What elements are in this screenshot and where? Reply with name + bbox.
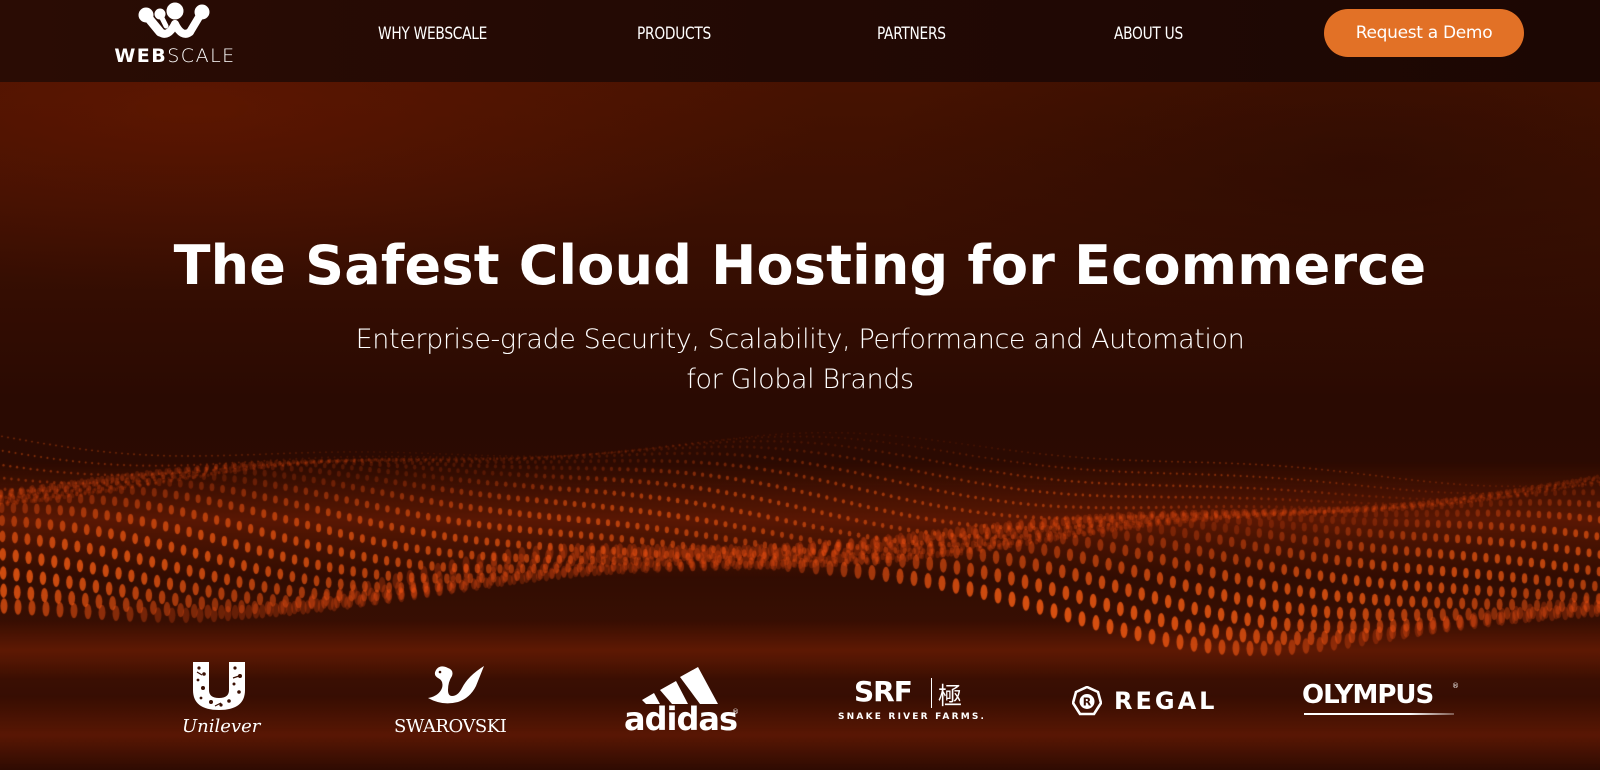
client-logo-regal: R REGAL <box>1072 686 1228 720</box>
site-header: WEBSCALE WHY WEBSCALE PRODUCTS PARTNERS … <box>0 0 1600 82</box>
unilever-label: Unilever <box>182 716 261 737</box>
hero-subline-2: for Global Brands <box>686 364 914 395</box>
srf-kanji: 極 <box>938 682 962 710</box>
registered-mark: ® <box>732 708 739 716</box>
client-logo-swarovski: SWAROVSKI <box>394 662 507 740</box>
srf-label: SRF <box>854 675 913 708</box>
olympus-underline <box>1304 713 1454 715</box>
srf-sub-label: SNAKE RIVER FARMS. <box>838 712 987 722</box>
adidas-label: adidas <box>624 700 738 738</box>
nav-why-webscale[interactable]: WHY WEBSCALE <box>378 22 487 46</box>
svg-text:R: R <box>1083 696 1092 709</box>
hero-headline: The Safest Cloud Hosting for Ecommerce <box>173 234 1427 297</box>
webscale-molecule-icon <box>138 2 210 38</box>
hero-section: WEBSCALE WHY WEBSCALE PRODUCTS PARTNERS … <box>0 0 1600 770</box>
nav-products[interactable]: PRODUCTS <box>637 22 711 46</box>
hero-subline: Enterprise-grade Security, Scalability, … <box>355 324 1245 355</box>
nav-about-us[interactable]: ABOUT US <box>1114 22 1183 46</box>
unilever-logo-icon <box>193 662 245 710</box>
olympus-label: OLYMPUS <box>1302 680 1434 710</box>
request-demo-button[interactable]: Request a Demo <box>1324 9 1524 57</box>
regal-logo-icon: R <box>1072 686 1102 716</box>
webscale-logo[interactable]: WEBSCALE <box>110 2 240 67</box>
swarovski-swan-icon <box>428 666 484 704</box>
regal-label: REGAL <box>1114 687 1218 715</box>
webscale-wordmark: WEBSCALE <box>114 45 236 67</box>
nav-partners[interactable]: PARTNERS <box>877 22 946 46</box>
swarovski-label: SWAROVSKI <box>394 716 507 737</box>
client-logo-unilever: Unilever <box>182 660 260 742</box>
client-logo-srf: SRF 極 SNAKE RIVER FARMS. <box>838 675 994 724</box>
client-logo-adidas: adidas ® <box>624 660 742 742</box>
srf-divider <box>931 678 932 708</box>
client-logo-olympus: OLYMPUS ® <box>1302 680 1462 720</box>
olympus-registered-mark: ® <box>1452 682 1459 690</box>
